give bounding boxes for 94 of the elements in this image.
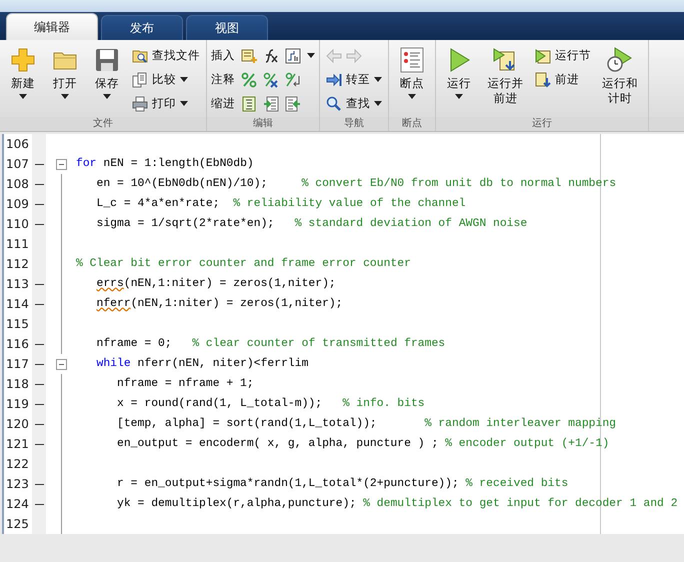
collapse-icon[interactable] [56,158,66,170]
toolbar-button[interactable]: 运行 [440,43,478,117]
percent-arrow-icon [285,72,301,88]
collapse-icon[interactable] [56,358,66,370]
plus-icon [10,47,36,73]
comment-text: % random interleaver mapping [424,418,616,430]
line-number: 108 [5,177,30,191]
toolbar-button[interactable]: 保存 [88,43,126,117]
ribbon-tab[interactable]: 发布 [101,15,183,40]
code-text: yk = demultiplex(r,alpha,puncture); [117,498,356,510]
function-chart-icon [285,48,301,64]
keyword-text: for [76,158,97,170]
code-text: nEN = 1:length(EbN0db) [103,158,254,170]
icon-button[interactable] [241,96,257,112]
line-number: 111 [5,237,30,251]
comment-text: % convert Eb/N0 from unit db to normal numbers [302,178,616,190]
toolbar-button[interactable]: 比较 [130,69,202,90]
ribbon-tab[interactable]: 编辑器 [6,13,98,40]
arrow-to-bar-icon [326,72,342,88]
code-text: nframe = nframe + 1; [117,378,254,390]
comment-text: % info. bits [342,398,425,410]
line-number: 109 [5,197,30,211]
toolbar-button[interactable]: 运行并前进 [482,43,529,117]
documents-icon [132,72,148,88]
comment-text: % standard deviation of AWGN noise [294,218,528,230]
percent-cross-icon [263,72,279,88]
line-number: 117 [5,357,30,371]
icon-button[interactable] [263,72,279,88]
comment-text: % reliability value of the channel [233,198,466,210]
code-text: sigma = 1/sqrt(2*rate*en); [96,218,274,230]
toolbar-button[interactable]: 查找文件 [130,45,202,66]
line-number: 106 [5,137,30,151]
comment-text: % Clear bit error counter and frame error counter [76,258,411,270]
toolbar-button[interactable]: 查找 [324,93,384,114]
code-text: en = 10^(EbN0db(nEN)/10); [96,178,268,190]
code-text: nferr(nEN, niter)<ferrlim [138,358,308,370]
code-text: x = round(rand(1, L_total-m)); [117,398,322,410]
toolbar-label: 缩进 [211,96,235,111]
line-number: 123 [5,477,30,491]
document-plus-icon [241,48,257,64]
document-down-arrow-icon [534,72,551,88]
warning-text: errs [96,278,124,290]
line-number: 120 [5,417,30,431]
toolbar-button[interactable]: 打开 [46,43,84,117]
code-text: L_c = 4*a*en*rate; [96,198,220,210]
line-number: 115 [5,317,30,331]
breakpoint-list-icon [399,47,425,73]
document-lines-icon [241,96,257,112]
document-arrow-right-icon [263,96,279,112]
toolbar-label: 注释 [211,72,235,87]
folder-search-icon [132,48,148,64]
search-icon [326,96,342,112]
line-number: 112 [5,257,30,271]
line-number: 110 [5,217,30,231]
line-number: 107 [5,157,30,171]
line-number: 121 [5,437,30,451]
toolbar-button[interactable]: 断点 [393,43,431,117]
code-text: (nEN,1:niter) = zeros(1,niter); [130,298,343,310]
comment-text: % received bits [466,478,568,490]
code-text: nframe = 0; [96,338,172,350]
code-text: [temp, alpha] = sort(rand(1,L_total)); [117,418,377,430]
toolbar-button[interactable]: 运行和计时 [596,43,644,117]
comment-text: % demultiplex to get input for decoder 1 and 2 [363,498,678,510]
line-number: 124 [5,497,30,511]
icon-button[interactable] [285,72,301,88]
line-number: 113 [5,277,30,291]
line-number: 116 [5,337,30,351]
comment-text: % encoder output (+1/-1) [445,438,610,450]
icon-button[interactable] [285,48,301,64]
ribbon-tab[interactable]: 视图 [186,15,268,40]
comment-text: % clear counter of transmitted frames [192,338,446,350]
document-arrow-left-icon [285,96,301,112]
printer-icon [132,96,148,112]
code-text: (nEN,1:niter) = zeros(1,niter); [124,278,336,290]
play-document-icon [534,48,551,64]
line-number: 125 [5,517,30,531]
function-icon [263,48,279,64]
toolbar-button[interactable]: 打印 [130,93,202,114]
toolbar-label: 插入 [211,48,235,63]
toolbar-button[interactable]: 前进 [532,69,593,90]
line-number: 118 [5,377,30,391]
toolbar-button[interactable]: 新建 [4,43,42,117]
line-number: 114 [5,297,30,311]
line-number: 119 [5,397,30,411]
icon-button[interactable] [263,48,279,64]
percent-icon [241,72,257,88]
code-text: en_output = encoderm( x, g, alpha, puncture ) ; [117,438,438,450]
toolbar-button[interactable]: 转至 [324,69,384,90]
play-stopwatch-icon [607,47,634,73]
toolbar-button[interactable]: 运行节 [532,45,593,66]
code-text: r = en_output+sigma*randn(1,L_total*(2+puncture)); [117,478,459,490]
warning-text: nferr [96,298,131,310]
keyword-text: while [96,358,131,370]
line-number: 122 [5,457,30,471]
